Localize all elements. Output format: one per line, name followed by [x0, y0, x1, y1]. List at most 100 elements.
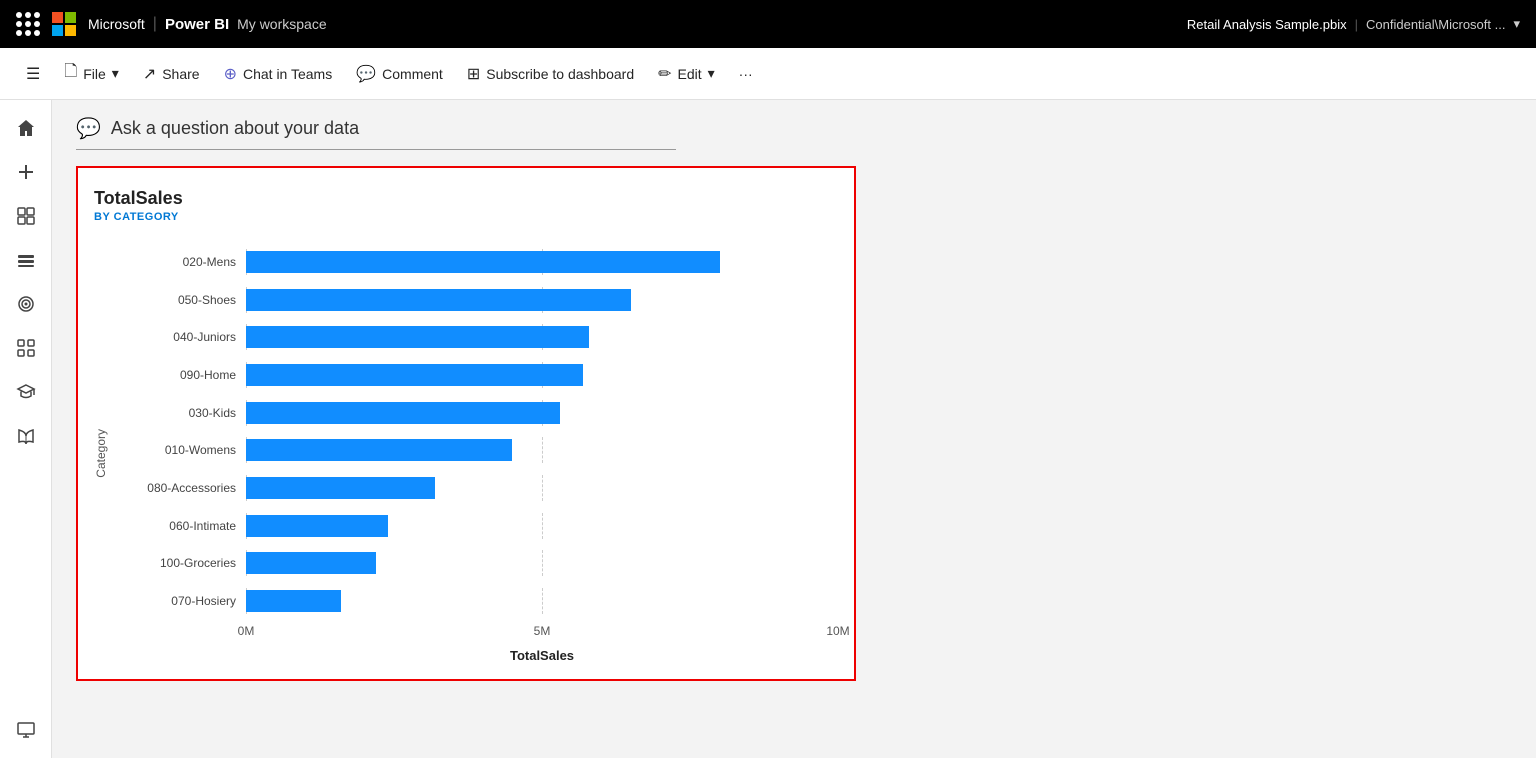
bar-label: 010-Womens [116, 443, 246, 457]
bar-fill[interactable] [246, 552, 376, 574]
toolbar: ☰ 🗋 File ▾ ↗ Share ⊕ Chat in Teams 💬 Com… [0, 48, 1536, 100]
sidebar-item-create[interactable] [6, 152, 46, 192]
bar-row: 050-Shoes [116, 281, 838, 319]
bar-fill[interactable] [246, 439, 512, 461]
sidebar-item-browse[interactable] [6, 196, 46, 236]
sidebar-item-monitor[interactable] [6, 710, 46, 750]
data-hub-icon [16, 250, 36, 270]
hamburger-button[interactable]: ☰ [16, 58, 50, 90]
edit-label: Edit [678, 66, 702, 82]
sidebar-item-data-hub[interactable] [6, 240, 46, 280]
file-chevron-icon: ▾ [112, 65, 119, 82]
bar-fill[interactable] [246, 364, 583, 386]
chart-title: TotalSales [94, 188, 838, 209]
apps-icon [16, 338, 36, 358]
teams-icon: ⊕ [224, 64, 237, 84]
bar-fill[interactable] [246, 515, 388, 537]
bar-row: 100-Groceries [116, 545, 838, 583]
bar-row: 040-Juniors [116, 318, 838, 356]
qa-placeholder: Ask a question about your data [111, 118, 359, 139]
comment-label: Comment [382, 66, 443, 82]
comment-icon: 💬 [356, 64, 376, 84]
monitor-icon [16, 720, 36, 740]
bar-row: 090-Home [116, 356, 838, 394]
create-icon [16, 162, 36, 182]
qa-icon: 💬 [76, 116, 101, 141]
chart-area: Category 020-Mens 050-Shoes 040-Juniors 090… [94, 243, 838, 663]
bar-label: 100-Groceries [116, 556, 246, 570]
x-axis-title: TotalSales [246, 648, 838, 663]
bar-fill[interactable] [246, 289, 631, 311]
file-button[interactable]: 🗋 File ▾ [54, 54, 128, 93]
goals-icon [16, 294, 36, 314]
bar-track [246, 324, 838, 350]
sidebar-item-open-book[interactable] [6, 416, 46, 456]
bar-fill[interactable] [246, 590, 341, 612]
bar-fill[interactable] [246, 326, 589, 348]
bar-row: 080-Accessories [116, 469, 838, 507]
share-icon: ↗ [143, 64, 156, 84]
microsoft-logo [52, 12, 76, 36]
bar-track [246, 249, 838, 275]
bar-track [246, 475, 838, 501]
sidebar [0, 100, 52, 758]
file-label: File [83, 66, 106, 82]
sidebar-item-home[interactable] [6, 108, 46, 148]
share-button[interactable]: ↗ Share [133, 58, 210, 90]
confidential-label: Confidential\Microsoft ... [1366, 17, 1505, 32]
chevron-down-icon[interactable]: ▾ [1513, 16, 1520, 32]
sidebar-item-apps[interactable] [6, 328, 46, 368]
apps-launcher[interactable] [16, 12, 40, 36]
brand-label: Microsoft | Power BI My workspace [88, 15, 327, 33]
bar-row: 060-Intimate [116, 507, 838, 545]
subscribe-icon: ⊞ [467, 64, 480, 84]
bar-fill[interactable] [246, 251, 720, 273]
bar-row: 020-Mens [116, 243, 838, 281]
bar-row: 070-Hosiery [116, 582, 838, 620]
chart-inner: 020-Mens 050-Shoes 040-Juniors 090-Home 030-… [116, 243, 838, 663]
share-label: Share [162, 66, 199, 82]
x-axis: 0M 5M 10M [246, 624, 838, 644]
chat-in-teams-button[interactable]: ⊕ Chat in Teams [214, 58, 343, 90]
bar-label: 060-Intimate [116, 519, 246, 533]
subscribe-button[interactable]: ⊞ Subscribe to dashboard [457, 58, 644, 90]
bar-track [246, 588, 838, 614]
file-icon: 🗋 [64, 60, 77, 87]
open-book-icon [16, 426, 36, 446]
more-label: ··· [739, 66, 753, 82]
qa-bar[interactable]: 💬 Ask a question about your data [76, 116, 676, 150]
bar-fill[interactable] [246, 477, 435, 499]
bar-label: 030-Kids [116, 406, 246, 420]
bar-track [246, 400, 838, 426]
bars-area: 020-Mens 050-Shoes 040-Juniors 090-Home 030-… [116, 243, 838, 620]
bar-track [246, 287, 838, 313]
bar-label: 050-Shoes [116, 293, 246, 307]
bar-label: 090-Home [116, 368, 246, 382]
bar-track [246, 437, 838, 463]
bar-label: 020-Mens [116, 255, 246, 269]
bar-label: 040-Juniors [116, 330, 246, 344]
more-button[interactable]: ··· [729, 60, 763, 88]
learn-icon [16, 382, 36, 402]
x-tick-0m: 0M [238, 624, 255, 638]
home-icon [16, 118, 36, 138]
subscribe-label: Subscribe to dashboard [486, 66, 634, 82]
bar-label: 080-Accessories [116, 481, 246, 495]
comment-button[interactable]: 💬 Comment [346, 58, 453, 90]
microsoft-text: Microsoft [88, 16, 145, 32]
bar-track [246, 362, 838, 388]
chart-container: TotalSales BY CATEGORY Category 020-Mens… [76, 166, 856, 681]
sidebar-item-goals[interactable] [6, 284, 46, 324]
top-bar-right: Retail Analysis Sample.pbix | Confidenti… [1187, 16, 1520, 32]
y-axis-label: Category [94, 429, 108, 478]
bar-row: 010-Womens [116, 432, 838, 470]
sidebar-item-learn[interactable] [6, 372, 46, 412]
bar-fill[interactable] [246, 402, 560, 424]
bar-track [246, 513, 838, 539]
file-name: Retail Analysis Sample.pbix [1187, 17, 1347, 32]
workspace-text: My workspace [237, 16, 326, 32]
edit-chevron-icon: ▾ [708, 65, 715, 82]
hamburger-icon: ☰ [26, 64, 40, 84]
x-tick-10m: 10M [826, 624, 849, 638]
edit-button[interactable]: ✏ Edit ▾ [648, 58, 725, 90]
